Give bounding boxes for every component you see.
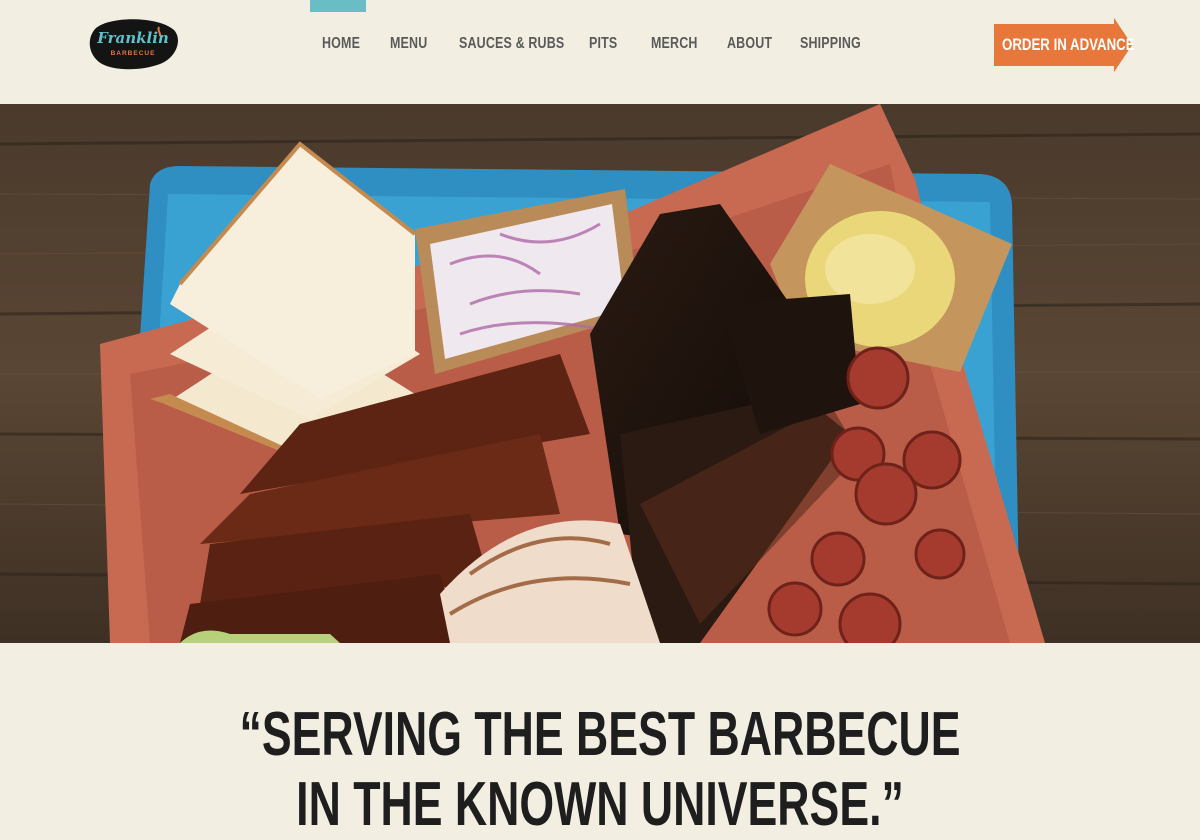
order-in-advance-button[interactable]: ORDER IN ADVANCE — [994, 18, 1135, 72]
tagline-line-1: “SERVING THE BEST BARBECUE — [239, 700, 961, 769]
nav-item-about[interactable]: ABOUT — [727, 35, 772, 53]
nav-item-pits[interactable]: PITS — [589, 35, 617, 53]
logo-subtext: BARBECUE — [111, 50, 156, 57]
nav-item-menu[interactable]: MENU — [390, 35, 427, 53]
logo-wordmark: Franklin — [96, 29, 169, 47]
nav-item-shipping[interactable]: SHIPPING — [800, 35, 861, 53]
nav-item-merch[interactable]: MERCH — [651, 35, 698, 53]
franklin-logo[interactable]: Franklin BARBECUE — [88, 18, 179, 70]
tagline-quote: “SERVING THE BEST BARBECUE IN THE KNOWN … — [0, 700, 1200, 840]
site-header: Franklin BARBECUE HOME MENU SAUCES & RUB… — [0, 0, 1200, 104]
nav-item-sauces-rubs[interactable]: SAUCES & RUBS — [459, 35, 564, 53]
tagline-line-2: IN THE KNOWN UNIVERSE.” — [296, 770, 904, 839]
nav-item-home[interactable]: HOME — [322, 35, 360, 53]
order-button-label: ORDER IN ADVANCE — [1002, 35, 1135, 54]
active-nav-indicator — [310, 0, 366, 12]
hero-image — [0, 104, 1200, 643]
